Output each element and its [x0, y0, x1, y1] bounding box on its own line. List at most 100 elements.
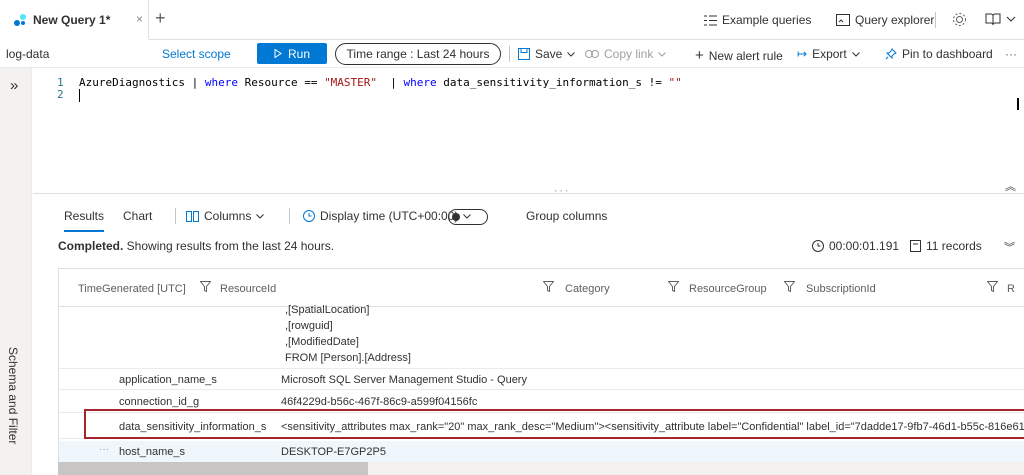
columns-icon: [186, 210, 199, 222]
row-value: Microsoft SQL Server Management Studio -…: [281, 374, 527, 386]
pane-splitter[interactable]: ···: [553, 187, 569, 197]
column-header[interactable]: R: [1007, 283, 1015, 295]
horizontal-scrollbar[interactable]: [58, 462, 1024, 475]
row-key: connection_id_g: [119, 396, 200, 408]
copy-link-label: Copy link: [604, 47, 654, 61]
row-value: DESKTOP-E7GP2P5: [281, 446, 386, 458]
pin-to-dashboard-button[interactable]: Pin to dashboard: [885, 47, 993, 61]
collapse-editor-icon[interactable]: ︽: [1005, 178, 1016, 194]
chevron-down-icon[interactable]: [1006, 16, 1016, 22]
divider: [289, 208, 290, 224]
filter-icon[interactable]: [200, 281, 211, 292]
query-condition: Resource ==: [237, 76, 325, 89]
close-icon[interactable]: ×: [136, 12, 143, 26]
tab-title: New Query 1*: [33, 13, 111, 27]
save-label: Save: [535, 47, 563, 61]
example-queries-label: Example queries: [722, 13, 812, 27]
row-value: 46f4229d-b56c-467f-86c9-a599f04156fc: [281, 396, 478, 408]
highlight-box: [84, 409, 1024, 439]
query-duration: 00:00:01.191: [812, 239, 899, 253]
expand-panel-icon[interactable]: »: [10, 77, 18, 94]
new-tab-button[interactable]: +: [155, 8, 166, 29]
filter-icon[interactable]: [543, 281, 554, 292]
new-alert-rule-button[interactable]: + New alert rule: [695, 47, 783, 64]
collapse-results-icon[interactable]: ︾: [1004, 239, 1015, 255]
query-explorer-button[interactable]: Query explorer: [836, 13, 934, 27]
query-status: Completed. Showing results from the last…: [58, 239, 334, 253]
chevron-down-icon: [851, 51, 860, 57]
run-button[interactable]: Run: [257, 43, 327, 64]
save-icon: [518, 48, 530, 60]
chevron-down-icon: [567, 51, 576, 57]
tab-chart[interactable]: Chart: [123, 209, 152, 223]
export-label: Export: [812, 47, 847, 61]
line-number: 2: [57, 88, 64, 101]
link-icon: [585, 50, 599, 58]
duration-value: 00:00:01.191: [829, 239, 900, 253]
clock-icon: [303, 210, 315, 222]
list-icon: [704, 15, 717, 25]
copy-link-button[interactable]: Copy link: [585, 47, 667, 61]
text-cursor: [79, 89, 80, 102]
grid-header: TimeGenerated [UTC] ResourceId Category …: [59, 269, 1024, 307]
filter-icon[interactable]: [987, 281, 998, 292]
query-condition: data_sensitivity_information_s !=: [436, 76, 669, 89]
time-range-picker[interactable]: Time range : Last 24 hours: [335, 43, 501, 65]
query-string: "": [668, 76, 682, 89]
tab-results[interactable]: Results: [64, 209, 105, 232]
scrollbar-thumb[interactable]: [58, 462, 368, 475]
records-value: 11 records: [926, 239, 982, 253]
query-keyword: where: [204, 76, 238, 89]
more-options-button[interactable]: ···: [1005, 47, 1017, 61]
column-header[interactable]: SubscriptionId: [806, 283, 876, 295]
save-button[interactable]: Save: [518, 47, 576, 61]
query-pipe: |: [191, 76, 205, 89]
row-key: application_name_s: [119, 374, 217, 386]
column-header[interactable]: ResourceId: [220, 283, 276, 295]
columns-label: Columns: [204, 209, 252, 223]
table-row[interactable]: ··· host_name_s DESKTOP-E7GP2P5: [59, 441, 1024, 463]
query-editor[interactable]: 1 2 AzureDiagnostics | where Resource ==…: [33, 68, 1024, 197]
time-range-label: Time range : Last 24 hours: [346, 47, 490, 61]
divider: [175, 208, 176, 224]
divider: [935, 12, 936, 28]
query-explorer-label: Query explorer: [855, 13, 935, 27]
example-queries-button[interactable]: Example queries: [704, 13, 811, 27]
table-row[interactable]: application_name_s Microsoft SQL Server …: [59, 368, 1024, 390]
workspace-name: log-data: [6, 47, 50, 61]
schema-and-filter-toggle[interactable]: Schema and Filter: [6, 347, 20, 444]
query-keyword: where: [403, 76, 437, 89]
filter-icon[interactable]: [668, 281, 679, 292]
column-header[interactable]: ResourceGroup: [689, 283, 767, 295]
run-label: Run: [287, 46, 310, 61]
gear-icon[interactable]: [952, 12, 967, 27]
chevron-down-icon: [256, 213, 265, 219]
record-count: 11 records: [910, 239, 982, 253]
query-text[interactable]: AzureDiagnostics | where Resource == "MA…: [79, 76, 682, 89]
row-indent-dots: ···: [99, 444, 109, 455]
play-icon: [274, 49, 282, 58]
export-button[interactable]: ↦ Export: [797, 47, 860, 61]
filter-icon[interactable]: [784, 281, 795, 292]
divider: [509, 46, 510, 62]
columns-dropdown[interactable]: Columns: [186, 209, 265, 223]
query-toolbar: log-data Select scope Run Time range : L…: [0, 40, 1024, 68]
query-tab-bar: New Query 1* × + Example queries Query e…: [0, 0, 1024, 40]
timer-icon: [812, 240, 824, 252]
plus-icon: +: [695, 47, 704, 64]
export-icon: ↦: [797, 47, 808, 61]
results-grid: TimeGenerated [UTC] ResourceId Category …: [58, 268, 1024, 475]
group-columns-label: Group columns: [526, 209, 608, 223]
display-time-dropdown[interactable]: Display time (UTC+00:00): [303, 209, 472, 223]
pin-icon: [885, 48, 897, 60]
select-scope-link[interactable]: Select scope: [162, 47, 231, 61]
status-text: Showing results from the last 24 hours.: [123, 239, 335, 253]
column-header[interactable]: Category: [565, 283, 610, 295]
column-header[interactable]: TimeGenerated [UTC]: [78, 283, 186, 295]
group-columns-toggle[interactable]: [448, 209, 488, 225]
toggle-knob: [452, 213, 460, 221]
book-icon[interactable]: [985, 13, 1001, 26]
query-tab[interactable]: New Query 1* ×: [0, 0, 149, 40]
scroll-marker: [1017, 98, 1019, 110]
chevron-down-icon: [658, 51, 667, 57]
